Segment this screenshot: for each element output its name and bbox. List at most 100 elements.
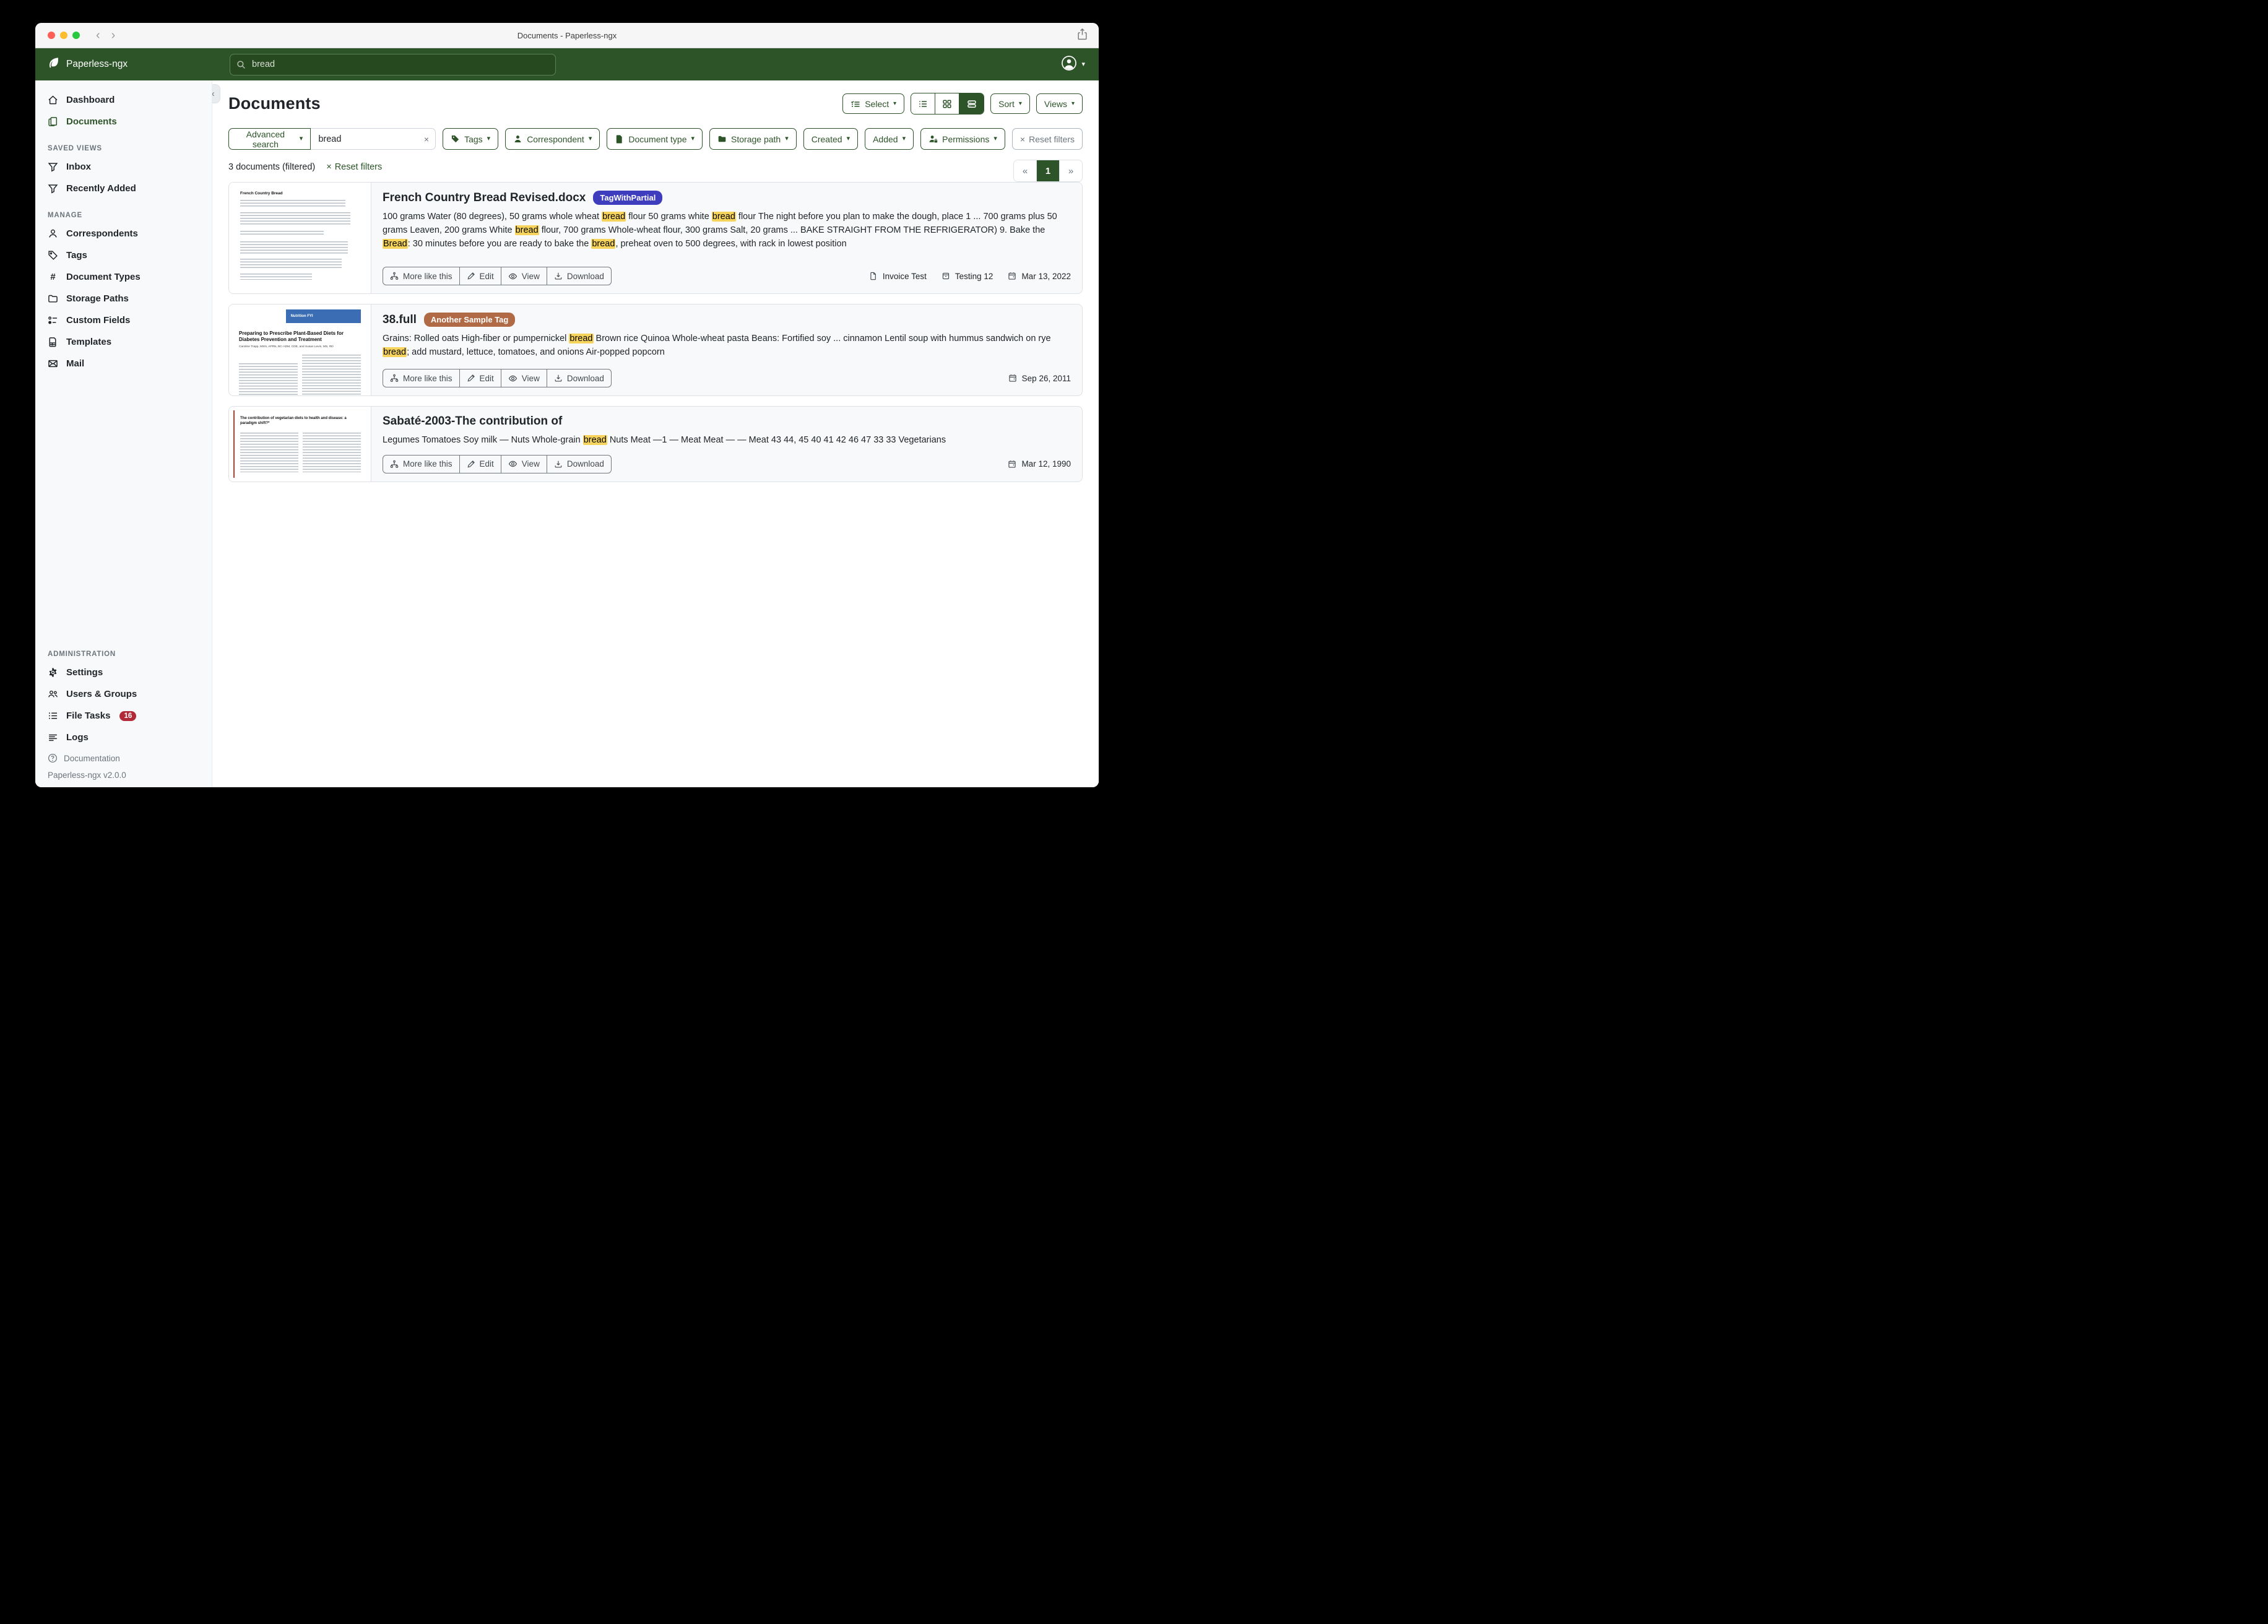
view-list-button[interactable]: [911, 93, 935, 114]
sidebar-item-documents[interactable]: Documents: [35, 111, 212, 132]
sidebar-label: Logs: [66, 732, 89, 743]
filter-label: Added: [873, 134, 898, 144]
zoom-button[interactable]: [72, 32, 80, 39]
search-highlight: bread: [712, 212, 736, 222]
sidebar-item-recently-added[interactable]: Recently Added: [35, 178, 212, 199]
document-title[interactable]: Sabaté-2003-The contribution of: [383, 415, 562, 428]
download-button[interactable]: Download: [547, 369, 612, 387]
reset-filters-link[interactable]: × Reset filters: [326, 162, 382, 172]
sidebar-item-templates[interactable]: Templates: [35, 331, 212, 353]
document-card: Nutrition FYIPreparing to Prescribe Plan…: [228, 304, 1083, 396]
global-search[interactable]: [230, 54, 556, 76]
sidebar-item-document-types[interactable]: # Document Types: [35, 266, 212, 288]
navbar: Paperless-ngx ▾: [35, 48, 1099, 80]
reset-filters-button[interactable]: × Reset filters: [1012, 128, 1083, 150]
filter-label: Storage path: [731, 134, 781, 144]
select-button[interactable]: Select ▾: [842, 93, 904, 114]
close-button[interactable]: [48, 32, 55, 39]
filter-label: Created: [812, 134, 842, 144]
sidebar-item-settings[interactable]: Settings: [35, 662, 212, 683]
sidebar-item-dashboard[interactable]: Dashboard: [35, 89, 212, 111]
sidebar-item-users-groups[interactable]: Users & Groups: [35, 683, 212, 705]
edit-button[interactable]: Edit: [459, 267, 501, 285]
leaf-logo-icon: [46, 56, 60, 73]
sidebar-collapse-button[interactable]: «: [212, 84, 220, 103]
forward-icon[interactable]: ›: [111, 29, 116, 41]
sidebar-item-mail[interactable]: Mail: [35, 353, 212, 374]
filter-permissions[interactable]: Permissions▾: [920, 128, 1005, 150]
filter-search-input[interactable]: [317, 134, 420, 145]
meta-text: Mar 12, 1990: [1021, 459, 1071, 469]
global-search-input[interactable]: [251, 59, 549, 70]
sidebar-label: Templates: [66, 337, 111, 347]
document-thumbnail[interactable]: Nutrition FYIPreparing to Prescribe Plan…: [229, 304, 371, 395]
chevron-down-icon: ▾: [785, 136, 789, 142]
sidebar-item-tags[interactable]: Tags: [35, 244, 212, 266]
view-button[interactable]: View: [501, 369, 547, 387]
sidebar-item-custom-fields[interactable]: Custom Fields: [35, 309, 212, 331]
filter-label: Permissions: [942, 134, 989, 144]
filter-storage-path[interactable]: Storage path ▾: [709, 128, 797, 150]
filter-document-type[interactable]: Document type▾: [607, 128, 703, 150]
document-actions: More like thisEditViewDownload: [383, 369, 612, 387]
download-icon: [554, 374, 563, 382]
sidebar-label: Tags: [66, 250, 87, 261]
download-button[interactable]: Download: [547, 267, 612, 285]
pencil-icon: [467, 272, 475, 280]
file-ruled-icon: [48, 337, 58, 347]
sort-button[interactable]: Sort ▾: [990, 93, 1030, 114]
back-icon[interactable]: ‹: [96, 29, 100, 41]
calendar-icon: [1008, 374, 1017, 382]
folder-icon: [48, 293, 58, 304]
more-like-this-button[interactable]: More like this: [383, 455, 460, 473]
view-grid-button[interactable]: [935, 93, 959, 114]
filter-created[interactable]: Created▾: [803, 128, 858, 150]
advanced-search-button[interactable]: Advanced search ▾: [228, 128, 311, 150]
filter-row: Advanced search ▾ × Tags▾ Correspondent▾ D…: [228, 128, 1083, 150]
user-menu[interactable]: ▾: [1061, 55, 1085, 74]
more-like-this-button[interactable]: More like this: [383, 369, 460, 387]
view-button[interactable]: View: [501, 455, 547, 473]
document-tag[interactable]: TagWithPartial: [593, 191, 662, 205]
sidebar-section-saved-views: SAVED VIEWS: [48, 145, 199, 152]
views-button[interactable]: Views ▾: [1036, 93, 1083, 114]
sidebar-item-correspondents[interactable]: Correspondents: [35, 223, 212, 244]
edit-button[interactable]: Edit: [459, 369, 501, 387]
files-icon: [48, 116, 58, 127]
action-label: View: [522, 459, 540, 469]
edit-button[interactable]: Edit: [459, 455, 501, 473]
document-tag[interactable]: Another Sample Tag: [424, 313, 515, 327]
document-snippet: 100 grams Water (80 degrees), 50 grams w…: [383, 210, 1071, 251]
sidebar-item-logs[interactable]: Logs: [35, 727, 212, 748]
sidebar-item-storage-paths[interactable]: Storage Paths: [35, 288, 212, 309]
filter-tags[interactable]: Tags▾: [443, 128, 498, 150]
sidebar-item-inbox[interactable]: Inbox: [35, 156, 212, 178]
documentation-link[interactable]: Documentation: [35, 748, 212, 768]
document-thumbnail[interactable]: French Country Bread: [229, 183, 371, 293]
pagination-next[interactable]: »: [1060, 160, 1082, 181]
person-filled-icon: [513, 134, 522, 144]
sidebar-item-file-tasks[interactable]: File Tasks 16: [35, 705, 212, 727]
minimize-button[interactable]: [60, 32, 67, 39]
folder-filled-icon: [717, 134, 727, 144]
file-tasks-badge: 16: [119, 711, 136, 721]
filter-label: Document type: [628, 134, 686, 144]
filter-correspondent[interactable]: Correspondent▾: [505, 128, 600, 150]
pagination-prev[interactable]: «: [1014, 160, 1037, 181]
document-list: French Country Bread French Country Brea…: [228, 182, 1083, 482]
document-title[interactable]: 38.full: [383, 313, 417, 327]
view-details-button[interactable]: [959, 93, 984, 114]
pagination-page-1[interactable]: 1: [1037, 160, 1060, 181]
document-thumbnail[interactable]: The contribution of vegetarian diets to …: [229, 407, 371, 482]
hash-icon: #: [48, 272, 58, 282]
reset-filters-label: Reset filters: [1029, 134, 1075, 144]
app-logo[interactable]: Paperless-ngx: [46, 56, 128, 73]
view-button[interactable]: View: [501, 267, 547, 285]
document-title[interactable]: French Country Bread Revised.docx: [383, 191, 586, 205]
clear-search-icon[interactable]: ×: [420, 134, 429, 144]
filter-added[interactable]: Added▾: [865, 128, 914, 150]
action-label: Download: [567, 459, 604, 469]
share-icon[interactable]: [1077, 28, 1088, 43]
download-button[interactable]: Download: [547, 455, 612, 473]
more-like-this-button[interactable]: More like this: [383, 267, 460, 285]
